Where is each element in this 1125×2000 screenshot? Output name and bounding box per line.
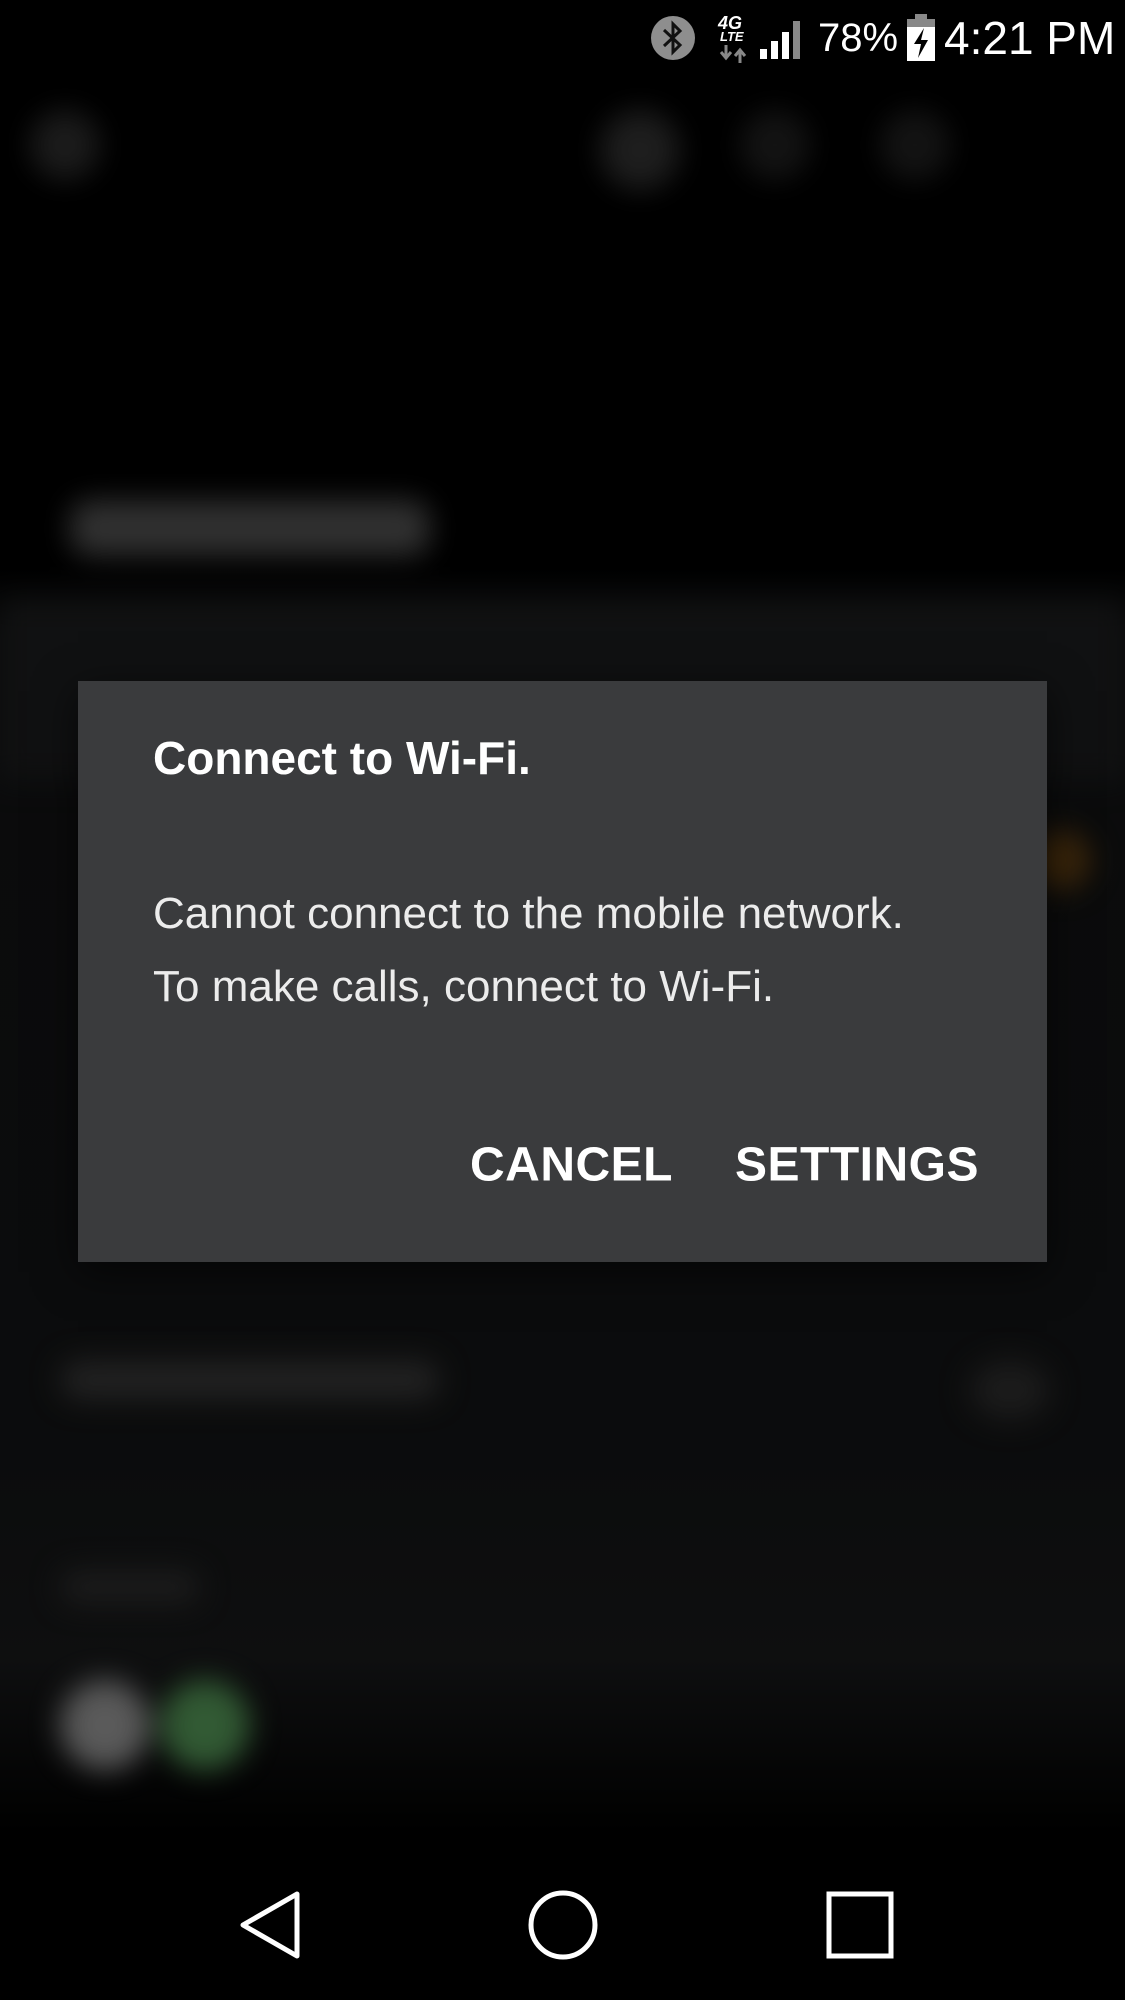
bluetooth-icon: [650, 0, 696, 76]
dialog-message: Cannot connect to the mobile network. To…: [153, 889, 904, 1011]
navigation-bar: [0, 1850, 1125, 2000]
network-subtype-label: LTE: [720, 29, 744, 44]
back-icon[interactable]: [200, 1850, 340, 2000]
clock: 4:21 PM: [944, 12, 1116, 64]
phone-screen: 4G LTE 78% 4:21 PM Connect to Wi-Fi. Can…: [0, 0, 1125, 2000]
cancel-button[interactable]: CANCEL: [470, 1137, 673, 1193]
home-icon[interactable]: [493, 1850, 633, 2000]
signal-icon: [758, 0, 806, 76]
settings-button[interactable]: SETTINGS: [735, 1137, 979, 1193]
dialog-title: Connect to Wi-Fi.: [153, 732, 531, 784]
recents-icon[interactable]: [790, 1850, 930, 2000]
battery-percent: 78%: [818, 15, 899, 60]
4g-lte-icon: 4G LTE: [716, 0, 752, 76]
connect-wifi-dialog: Connect to Wi-Fi. Cannot connect to the …: [78, 681, 1047, 1262]
battery-charging-icon: [906, 0, 936, 76]
status-bar: 4G LTE 78% 4:21 PM: [0, 0, 1125, 76]
